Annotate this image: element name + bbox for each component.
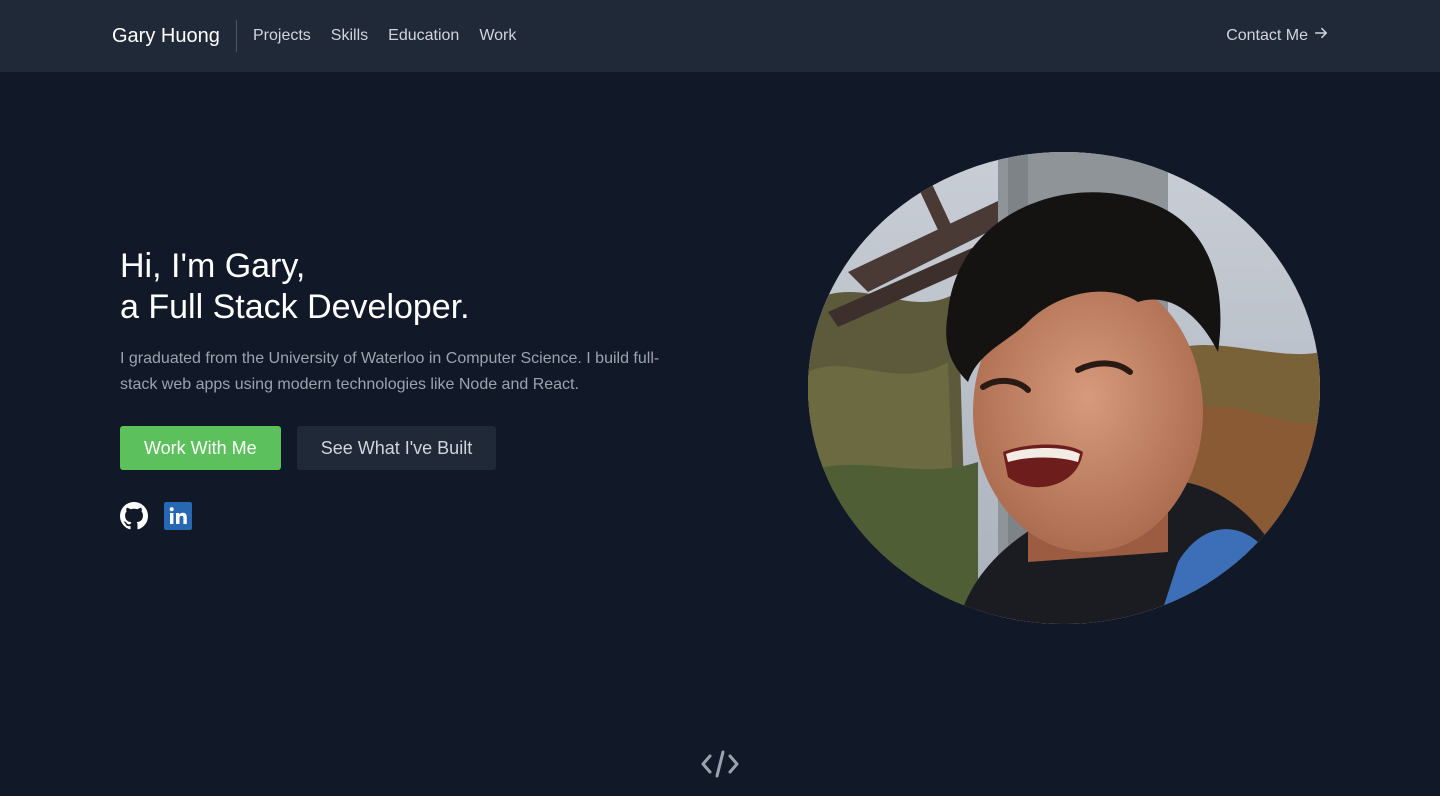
nav-link-work[interactable]: Work [479, 26, 516, 46]
navbar: Gary Huong Projects Skills Education Wor… [0, 0, 1440, 72]
nav-divider [236, 20, 237, 52]
nav-links: Projects Skills Education Work [253, 26, 516, 46]
work-with-me-button[interactable]: Work With Me [120, 426, 281, 470]
arrow-right-icon [1314, 26, 1328, 46]
nav-link-projects[interactable]: Projects [253, 26, 311, 46]
nav-link-education[interactable]: Education [388, 26, 459, 46]
hero-headline: Hi, I'm Gary, a Full Stack Developer. [120, 246, 700, 328]
code-icon [700, 748, 740, 780]
see-what-ive-built-button[interactable]: See What I've Built [296, 426, 497, 470]
hero-bio: I graduated from the University of Water… [120, 350, 660, 393]
contact-me-label: Contact Me [1226, 27, 1308, 44]
linkedin-icon[interactable] [164, 502, 192, 530]
social-links [120, 502, 192, 530]
headline-line-2: a Full Stack Developer. [120, 288, 470, 326]
github-icon[interactable] [120, 502, 148, 530]
headline-line-1: Hi, I'm Gary, [120, 247, 306, 285]
hero-buttons: Work With Me See What I've Built [120, 426, 497, 470]
brand-link[interactable]: Gary Huong [112, 24, 220, 48]
contact-me-link[interactable]: Contact Me [1226, 26, 1328, 46]
profile-photo [808, 152, 1320, 624]
hero-text: Hi, I'm Gary, a Full Stack Developer. I … [120, 246, 700, 398]
nav-link-skills[interactable]: Skills [331, 26, 368, 46]
